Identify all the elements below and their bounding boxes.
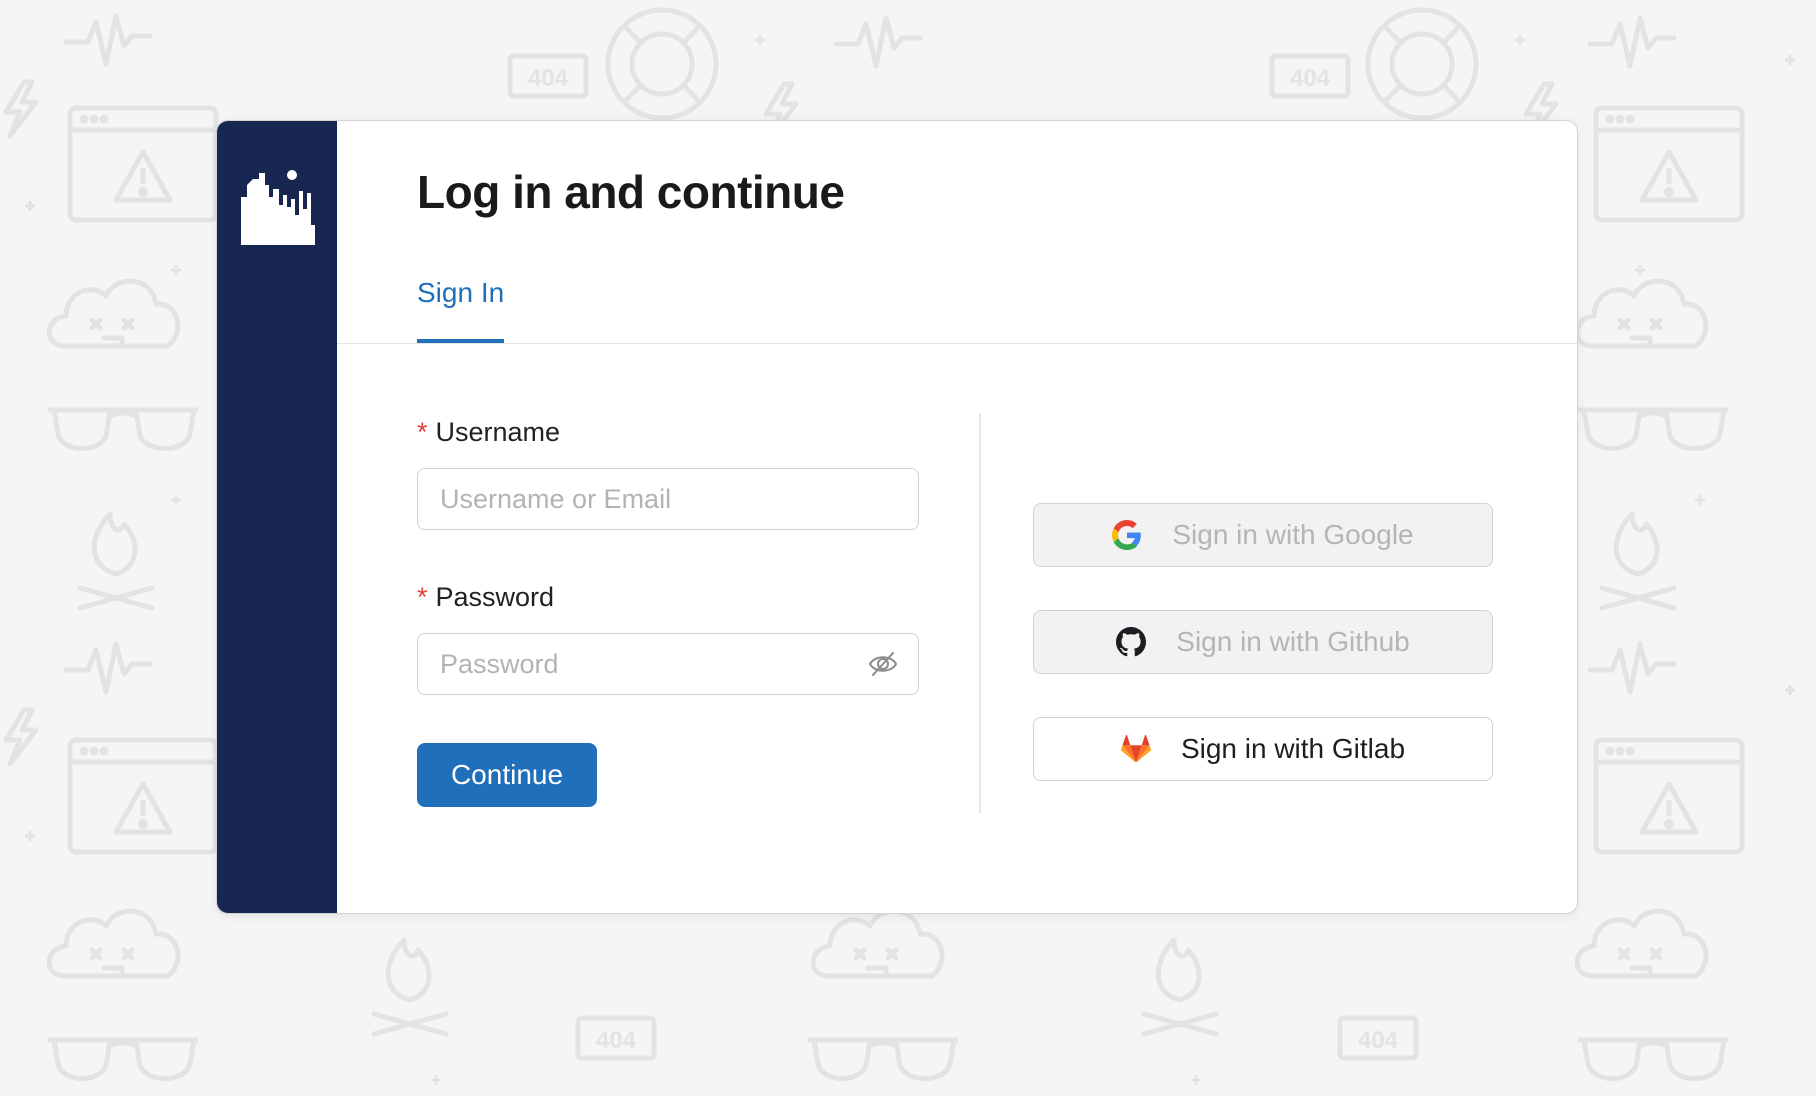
tab-sign-in-label: Sign In <box>417 277 505 308</box>
vertical-divider <box>979 413 981 813</box>
eye-off-icon[interactable] <box>868 651 898 677</box>
required-marker: * <box>417 582 428 612</box>
page-title: Log in and continue <box>417 166 845 218</box>
google-icon <box>1112 520 1142 550</box>
sidebar-brand-panel <box>217 121 337 913</box>
login-main-panel: Log in and continue Sign In *Username *P… <box>337 121 1577 913</box>
github-icon <box>1116 627 1147 657</box>
city-skyline-logo-icon <box>241 170 315 245</box>
oauth-provider-list: Sign in with Google Sign in with Github <box>1033 503 1493 824</box>
password-input[interactable] <box>418 634 918 694</box>
tab-bar: Sign In <box>337 277 1577 344</box>
tab-sign-in[interactable]: Sign In <box>417 277 505 343</box>
required-marker: * <box>417 417 428 447</box>
continue-button[interactable]: Continue <box>417 743 597 807</box>
password-field-wrapper <box>417 633 919 695</box>
github-sign-in-label: Sign in with Github <box>1176 626 1410 657</box>
password-label-text: Password <box>435 582 555 612</box>
google-sign-in-button[interactable]: Sign in with Google <box>1033 503 1493 567</box>
google-sign-in-label: Sign in with Google <box>1172 519 1414 550</box>
username-field-wrapper <box>417 468 919 530</box>
password-label: * Password <box>417 582 921 613</box>
username-label: * Username <box>417 417 921 448</box>
username-label-text: Username <box>435 417 561 447</box>
gitlab-sign-in-button[interactable]: Sign in with Gitlab <box>1033 717 1493 781</box>
github-sign-in-button[interactable]: Sign in with Github <box>1033 610 1493 674</box>
username-input[interactable] <box>418 469 918 529</box>
gitlab-sign-in-label: Sign in with Gitlab <box>1180 733 1406 764</box>
gitlab-icon <box>1120 734 1151 763</box>
login-card: Log in and continue Sign In *Username *P… <box>216 120 1578 914</box>
login-form: *Username *Password Continue <box>417 417 921 807</box>
